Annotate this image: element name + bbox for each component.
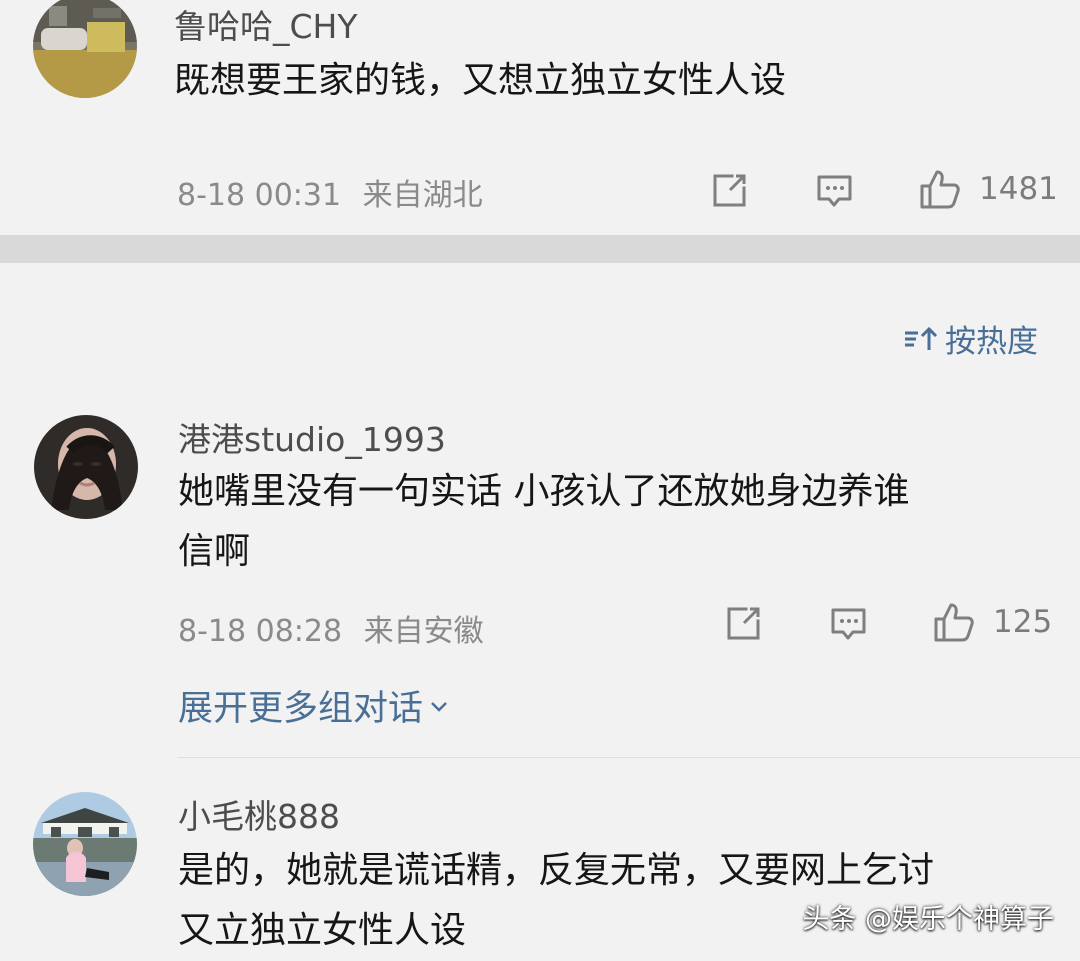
- like-button[interactable]: 125: [931, 599, 1052, 645]
- like-count: 125: [993, 604, 1053, 640]
- like-button[interactable]: 1481: [917, 166, 1058, 212]
- avatar[interactable]: [33, 0, 137, 98]
- expand-conversation-link[interactable]: 展开更多组对话: [178, 680, 451, 731]
- comment-location: 来自湖北: [362, 178, 483, 213]
- repost-icon: [713, 174, 746, 207]
- comment-date: 8-18 00:31: [177, 178, 342, 213]
- comment-1: 鲁哈哈_CHY 既想要王家的钱，又想立独立女性人设 8-18 00:31 来自湖…: [0, 0, 1080, 235]
- repost-button[interactable]: [724, 604, 763, 643]
- comment-date: 8-18 08:28: [178, 614, 343, 649]
- avatar-image: [34, 415, 138, 519]
- username[interactable]: 小毛桃888: [178, 790, 340, 838]
- avatar[interactable]: [33, 792, 137, 896]
- sort-label: 按热度: [945, 324, 1038, 360]
- comment-meta: 8-18 00:31 来自湖北: [177, 170, 483, 214]
- comment-separator: [178, 757, 1080, 758]
- comment-text-line: 又立独立女性人设: [178, 910, 467, 951]
- section-divider: [0, 235, 1080, 263]
- expand-label: 展开更多组对话: [178, 689, 424, 729]
- comment-meta: 8-18 08:28 来自安徽: [178, 606, 484, 650]
- username[interactable]: 鲁哈哈_CHY: [174, 0, 358, 48]
- comment-icon: [831, 608, 866, 640]
- chevron-down-icon: [431, 701, 447, 712]
- sort-icon: [905, 326, 938, 350]
- avatar-image: [33, 792, 137, 896]
- repost-button[interactable]: [710, 171, 749, 210]
- comment-text-line: 信啊: [178, 531, 251, 572]
- comment-2: 港港studio_1993 她嘴里没有一句实话 小孩认了还放她身边养谁 信啊 8…: [0, 405, 1080, 750]
- comment-button[interactable]: [829, 604, 868, 643]
- comment-button[interactable]: [815, 171, 854, 210]
- avatar[interactable]: [34, 415, 138, 519]
- like-icon: [920, 170, 960, 209]
- comment-icon: [817, 175, 852, 207]
- username[interactable]: 港港studio_1993: [178, 413, 446, 461]
- avatar-image: [33, 0, 137, 98]
- repost-icon: [727, 607, 760, 640]
- comment-location: 来自安徽: [363, 614, 484, 649]
- comment-text-line: 既想要王家的钱，又想立独立女性人设: [174, 60, 787, 101]
- like-icon: [934, 603, 974, 642]
- like-count: 1481: [979, 171, 1058, 207]
- comment-text-line: 是的，她就是谎话精，反复无常，又要网上乞讨: [178, 850, 935, 891]
- sort-by-hot-button[interactable]: 按热度: [902, 316, 1038, 361]
- comment-text-line: 她嘴里没有一句实话 小孩认了还放她身边养谁: [178, 471, 910, 512]
- watermark: 头条 @娱乐个神算子: [802, 904, 1054, 935]
